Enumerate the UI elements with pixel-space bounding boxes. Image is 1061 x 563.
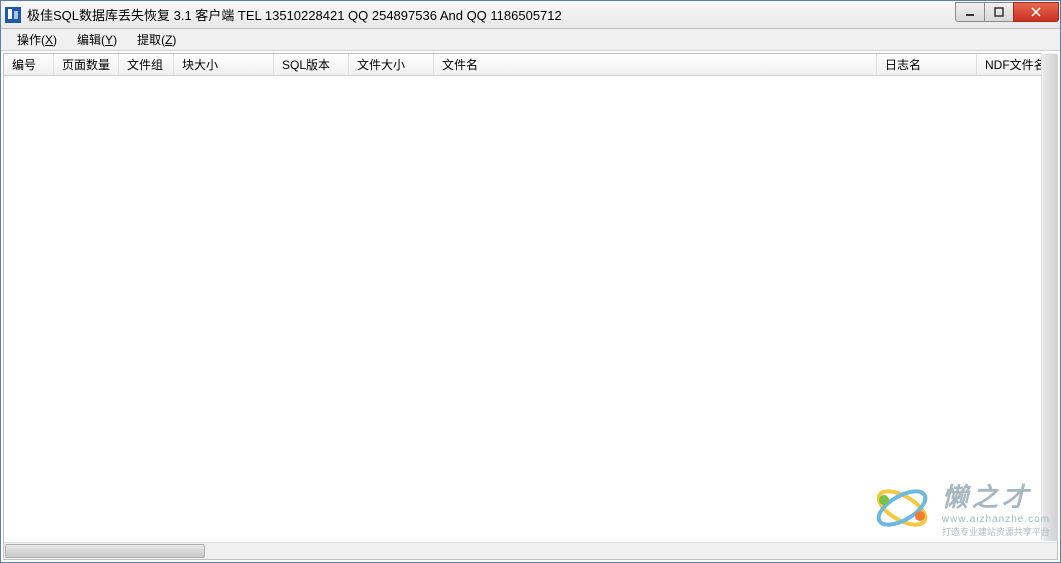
maximize-icon [994, 7, 1004, 17]
content-area: 编号 页面数量 文件组 块大小 SQL版本 文件大小 文件名 日志名 NDF文件… [3, 53, 1058, 560]
vertical-scrollbar[interactable] [1041, 53, 1058, 540]
column-header-sql-version[interactable]: SQL版本 [274, 54, 349, 75]
vertical-scrollbar-thumb[interactable] [1043, 54, 1058, 541]
column-header-page-count[interactable]: 页面数量 [54, 54, 119, 75]
column-header-filename[interactable]: 文件名 [434, 54, 877, 75]
menubar: 操作(X) 编辑(Y) 提取(Z) [1, 29, 1060, 51]
app-window: 极佳SQL数据库丢失恢复 3.1 客户端 TEL 13510228421 QQ … [0, 0, 1061, 563]
minimize-icon [965, 7, 975, 17]
horizontal-scrollbar[interactable] [4, 542, 1057, 559]
titlebar: 极佳SQL数据库丢失恢复 3.1 客户端 TEL 13510228421 QQ … [1, 1, 1060, 29]
column-header-filegroup[interactable]: 文件组 [119, 54, 174, 75]
horizontal-scrollbar-thumb[interactable] [5, 544, 205, 558]
window-controls [956, 2, 1059, 22]
column-header-file-size[interactable]: 文件大小 [349, 54, 434, 75]
app-icon [5, 7, 21, 23]
menu-edit[interactable]: 编辑(Y) [67, 29, 127, 50]
column-header-log-name[interactable]: 日志名 [877, 54, 977, 75]
table-header: 编号 页面数量 文件组 块大小 SQL版本 文件大小 文件名 日志名 NDF文件… [4, 54, 1057, 76]
close-icon [1031, 7, 1041, 17]
menu-operation[interactable]: 操作(X) [7, 29, 67, 50]
column-header-block-size[interactable]: 块大小 [174, 54, 274, 75]
minimize-button[interactable] [955, 2, 985, 22]
close-button[interactable] [1013, 2, 1059, 22]
menu-extract[interactable]: 提取(Z) [127, 29, 186, 50]
window-title: 极佳SQL数据库丢失恢复 3.1 客户端 TEL 13510228421 QQ … [27, 5, 956, 24]
table-body [4, 76, 1057, 542]
column-header-id[interactable]: 编号 [4, 54, 54, 75]
maximize-button[interactable] [984, 2, 1014, 22]
